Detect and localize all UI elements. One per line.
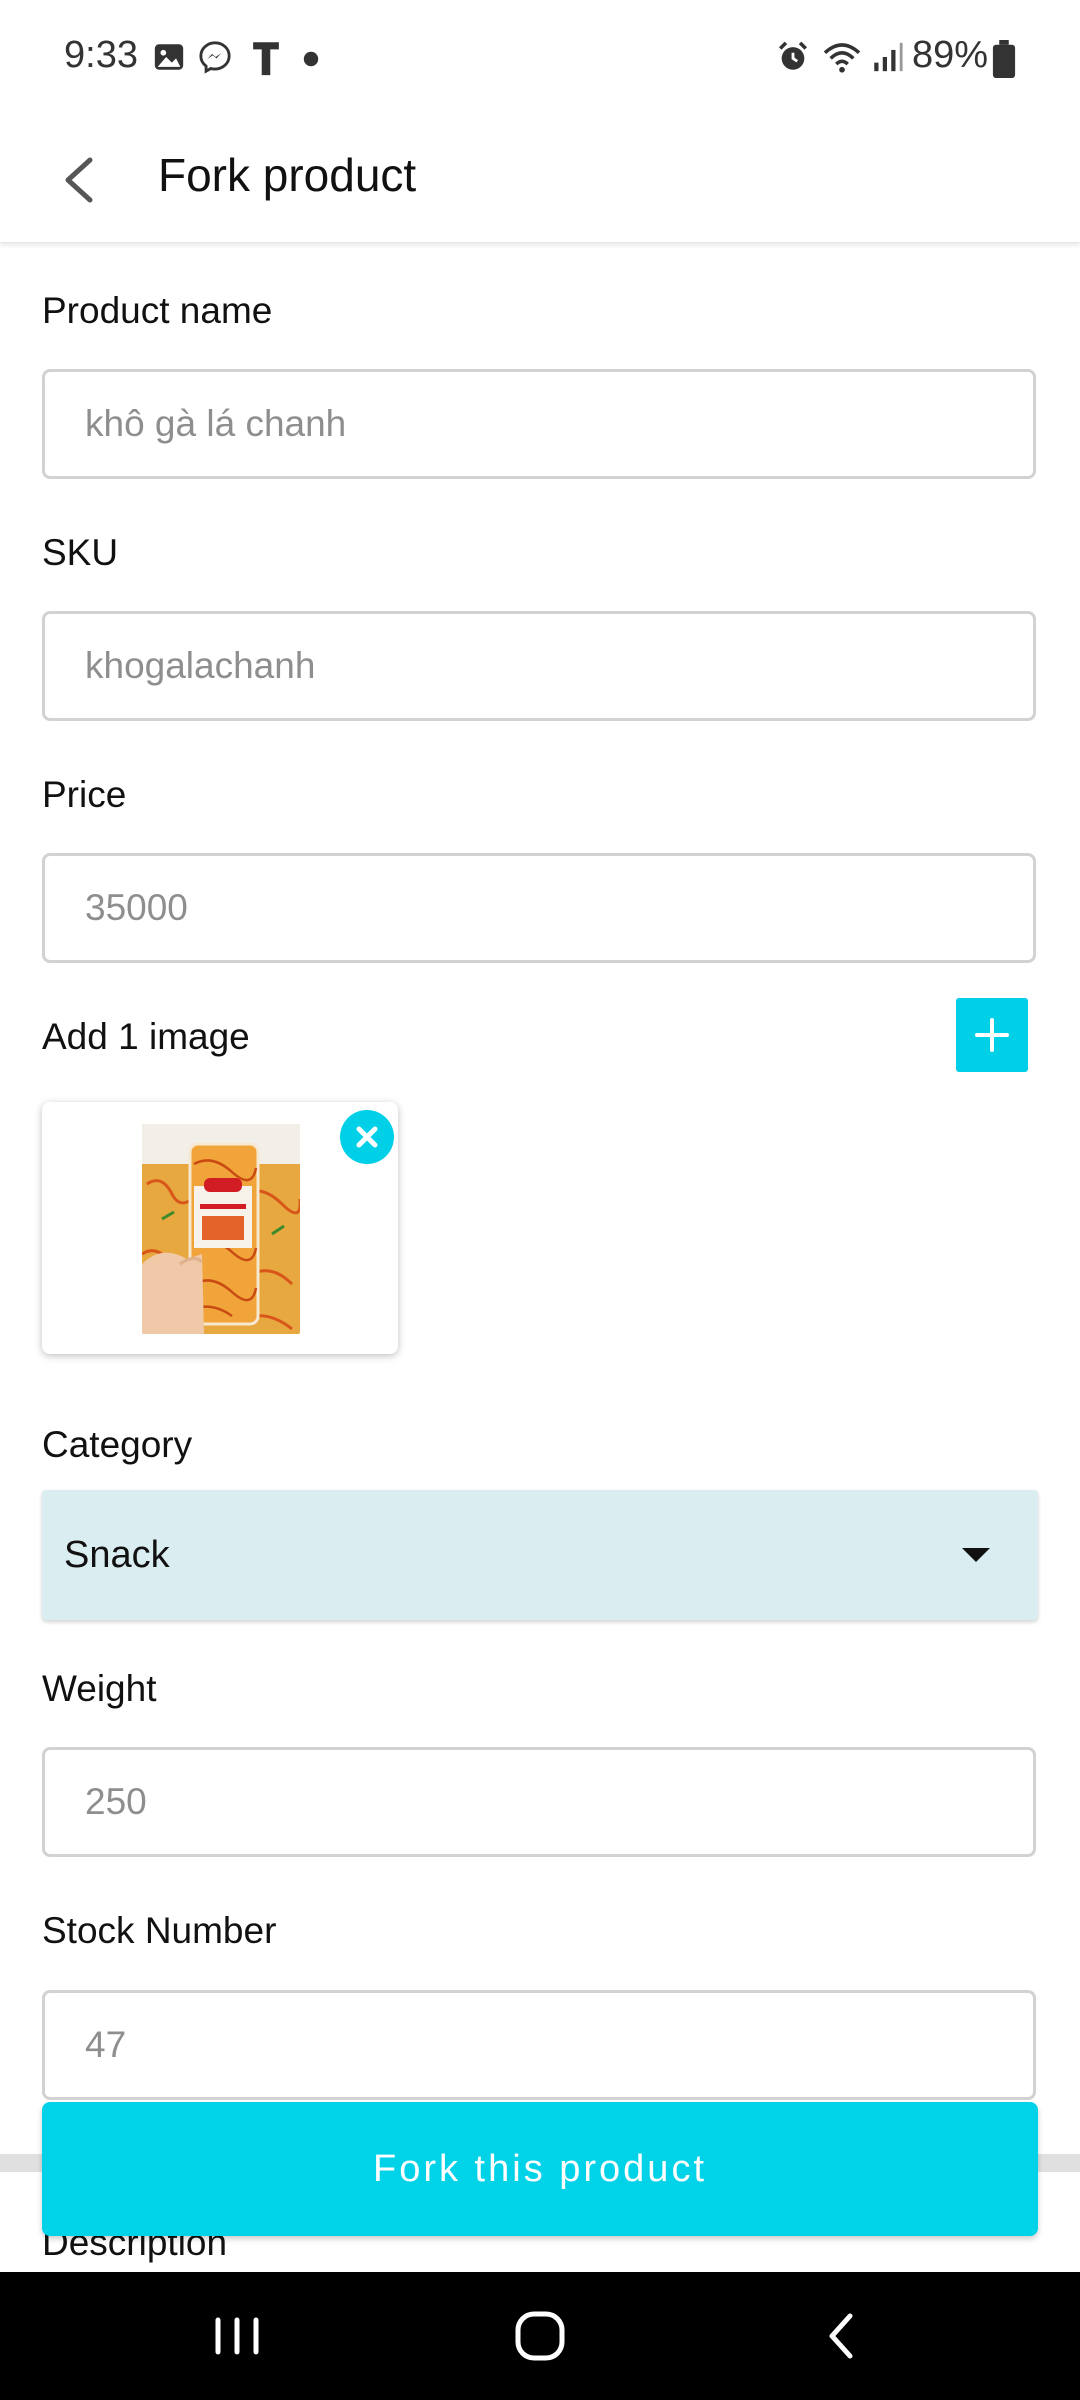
recent-apps-icon[interactable]	[202, 2306, 272, 2366]
nav-back-icon[interactable]	[808, 2306, 878, 2366]
gallery-icon	[154, 44, 184, 70]
page-title: Fork product	[158, 149, 417, 201]
battery-icon	[992, 40, 1016, 78]
system-nav-bar	[0, 2272, 1080, 2400]
remove-image-button[interactable]	[340, 1110, 394, 1164]
image-card	[42, 1102, 398, 1354]
sku-label: SKU	[42, 532, 119, 573]
fork-product-button[interactable]: Fork this product	[42, 2102, 1038, 2236]
category-label: Category	[42, 1424, 193, 1465]
sku-input[interactable]	[42, 611, 1036, 721]
plus-icon	[975, 1018, 1009, 1052]
product-image	[142, 1124, 300, 1334]
status-bar: 9:33 89%	[0, 0, 1080, 118]
weight-label: Weight	[42, 1668, 157, 1709]
add-image-label: Add 1 image	[42, 1016, 250, 1057]
category-select[interactable]: Snack	[42, 1490, 1038, 1620]
dropdown-arrow-icon	[962, 1548, 990, 1562]
dot-icon	[303, 51, 319, 67]
t-app-icon	[253, 42, 279, 76]
stock-number-label: Stock Number	[42, 1910, 277, 1951]
signal-icon	[874, 42, 903, 72]
battery-percent: 89%	[911, 34, 988, 76]
close-icon	[356, 1126, 378, 1148]
product-name-label: Product name	[42, 290, 273, 331]
category-value: Snack	[64, 1534, 170, 1576]
app-bar: Fork product	[0, 118, 1080, 243]
wifi-icon	[823, 43, 861, 73]
add-image-button[interactable]	[956, 998, 1028, 1072]
stock-number-input[interactable]	[42, 1990, 1036, 2100]
messenger-icon	[199, 41, 231, 74]
product-name-input[interactable]	[42, 369, 1036, 479]
home-icon[interactable]	[505, 2306, 575, 2366]
back-arrow-icon[interactable]	[40, 138, 124, 222]
price-label: Price	[42, 774, 127, 815]
weight-input[interactable]	[42, 1747, 1036, 1857]
price-input[interactable]	[42, 853, 1036, 963]
status-time: 9:33	[64, 34, 138, 76]
alarm-icon	[778, 41, 808, 70]
